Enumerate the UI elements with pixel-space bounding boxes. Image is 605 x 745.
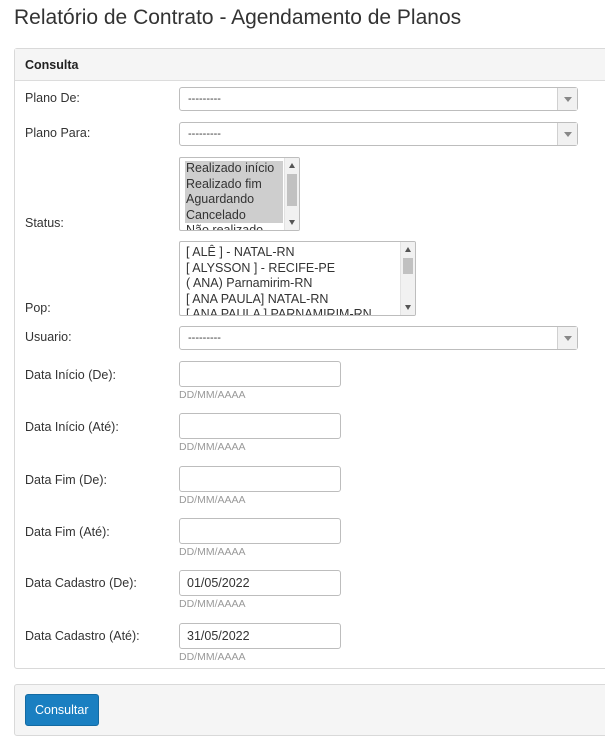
data-fim-ate-hint: DD/MM/AAAA <box>179 546 246 558</box>
data-inicio-ate-label: Data Início (Até): <box>25 420 119 434</box>
chevron-down-icon[interactable] <box>557 88 577 110</box>
data-cadastro-de-hint: DD/MM/AAAA <box>179 598 246 610</box>
pop-option[interactable]: [ ANA PAULA] NATAL-RN <box>185 292 399 308</box>
chevron-down-icon[interactable] <box>557 327 577 349</box>
status-scrollbar[interactable] <box>284 158 299 230</box>
status-option[interactable]: Aguardando <box>185 192 283 208</box>
data-inicio-de-label: Data Início (De): <box>25 368 117 382</box>
plano-para-label: Plano Para: <box>25 126 91 140</box>
status-option[interactable]: Realizado início <box>185 161 283 177</box>
plano-para-value: --------- <box>188 128 221 140</box>
status-listbox[interactable]: Realizado início Realizado fim Aguardand… <box>179 157 300 231</box>
pop-label: Pop: <box>25 301 51 315</box>
pop-option[interactable]: [ ALÊ ] - NATAL-RN <box>185 245 399 261</box>
data-cadastro-ate-input[interactable]: 31/05/2022 <box>179 623 341 649</box>
pop-option[interactable]: ( ANA) Parnamirim-RN <box>185 276 399 292</box>
status-label: Status: <box>25 216 64 230</box>
actions-panel: Consultar <box>14 684 605 736</box>
data-inicio-de-hint: DD/MM/AAAA <box>179 389 246 401</box>
data-fim-de-hint: DD/MM/AAAA <box>179 494 246 506</box>
panel-heading: Consulta <box>15 49 605 81</box>
page-title: Relatório de Contrato - Agendamento de P… <box>14 6 462 29</box>
plano-de-value: --------- <box>188 93 221 105</box>
pop-scrollbar[interactable] <box>400 242 415 315</box>
scroll-down-icon[interactable] <box>289 220 295 225</box>
status-option[interactable]: Não realizado <box>185 223 283 230</box>
data-fim-ate-label: Data Fim (Até): <box>25 525 110 539</box>
pop-option[interactable]: [ ALYSSON ] - RECIFE-PE <box>185 261 399 277</box>
data-inicio-de-input[interactable] <box>179 361 341 387</box>
consultar-button[interactable]: Consultar <box>25 694 99 726</box>
query-panel: Consulta Plano De: --------- Plano Para:… <box>14 48 605 669</box>
data-cadastro-de-label: Data Cadastro (De): <box>25 576 137 590</box>
plano-de-select[interactable]: --------- <box>179 87 578 111</box>
data-cadastro-ate-hint: DD/MM/AAAA <box>179 651 246 663</box>
data-inicio-ate-input[interactable] <box>179 413 341 439</box>
usuario-value: --------- <box>188 332 221 344</box>
pop-option[interactable]: [ ANA PAULA ] PARNAMIRIM-RN <box>185 307 399 315</box>
plano-de-label: Plano De: <box>25 91 80 105</box>
scroll-down-icon[interactable] <box>405 305 411 310</box>
status-option[interactable]: Cancelado <box>185 207 283 223</box>
scrollbar-thumb[interactable] <box>287 174 297 206</box>
scroll-up-icon[interactable] <box>405 247 411 252</box>
data-fim-de-label: Data Fim (De): <box>25 473 107 487</box>
data-inicio-ate-hint: DD/MM/AAAA <box>179 441 246 453</box>
data-cadastro-ate-label: Data Cadastro (Até): <box>25 629 140 643</box>
status-option[interactable]: Realizado fim <box>185 176 283 192</box>
usuario-select[interactable]: --------- <box>179 326 578 350</box>
chevron-down-icon[interactable] <box>557 123 577 145</box>
usuario-label: Usuario: <box>25 330 72 344</box>
scroll-up-icon[interactable] <box>289 163 295 168</box>
pop-listbox[interactable]: [ ALÊ ] - NATAL-RN [ ALYSSON ] - RECIFE-… <box>179 241 416 316</box>
plano-para-select[interactable]: --------- <box>179 122 578 146</box>
data-fim-ate-input[interactable] <box>179 518 341 544</box>
data-fim-de-input[interactable] <box>179 466 341 492</box>
scrollbar-thumb[interactable] <box>403 258 413 274</box>
data-cadastro-de-input[interactable]: 01/05/2022 <box>179 570 341 596</box>
